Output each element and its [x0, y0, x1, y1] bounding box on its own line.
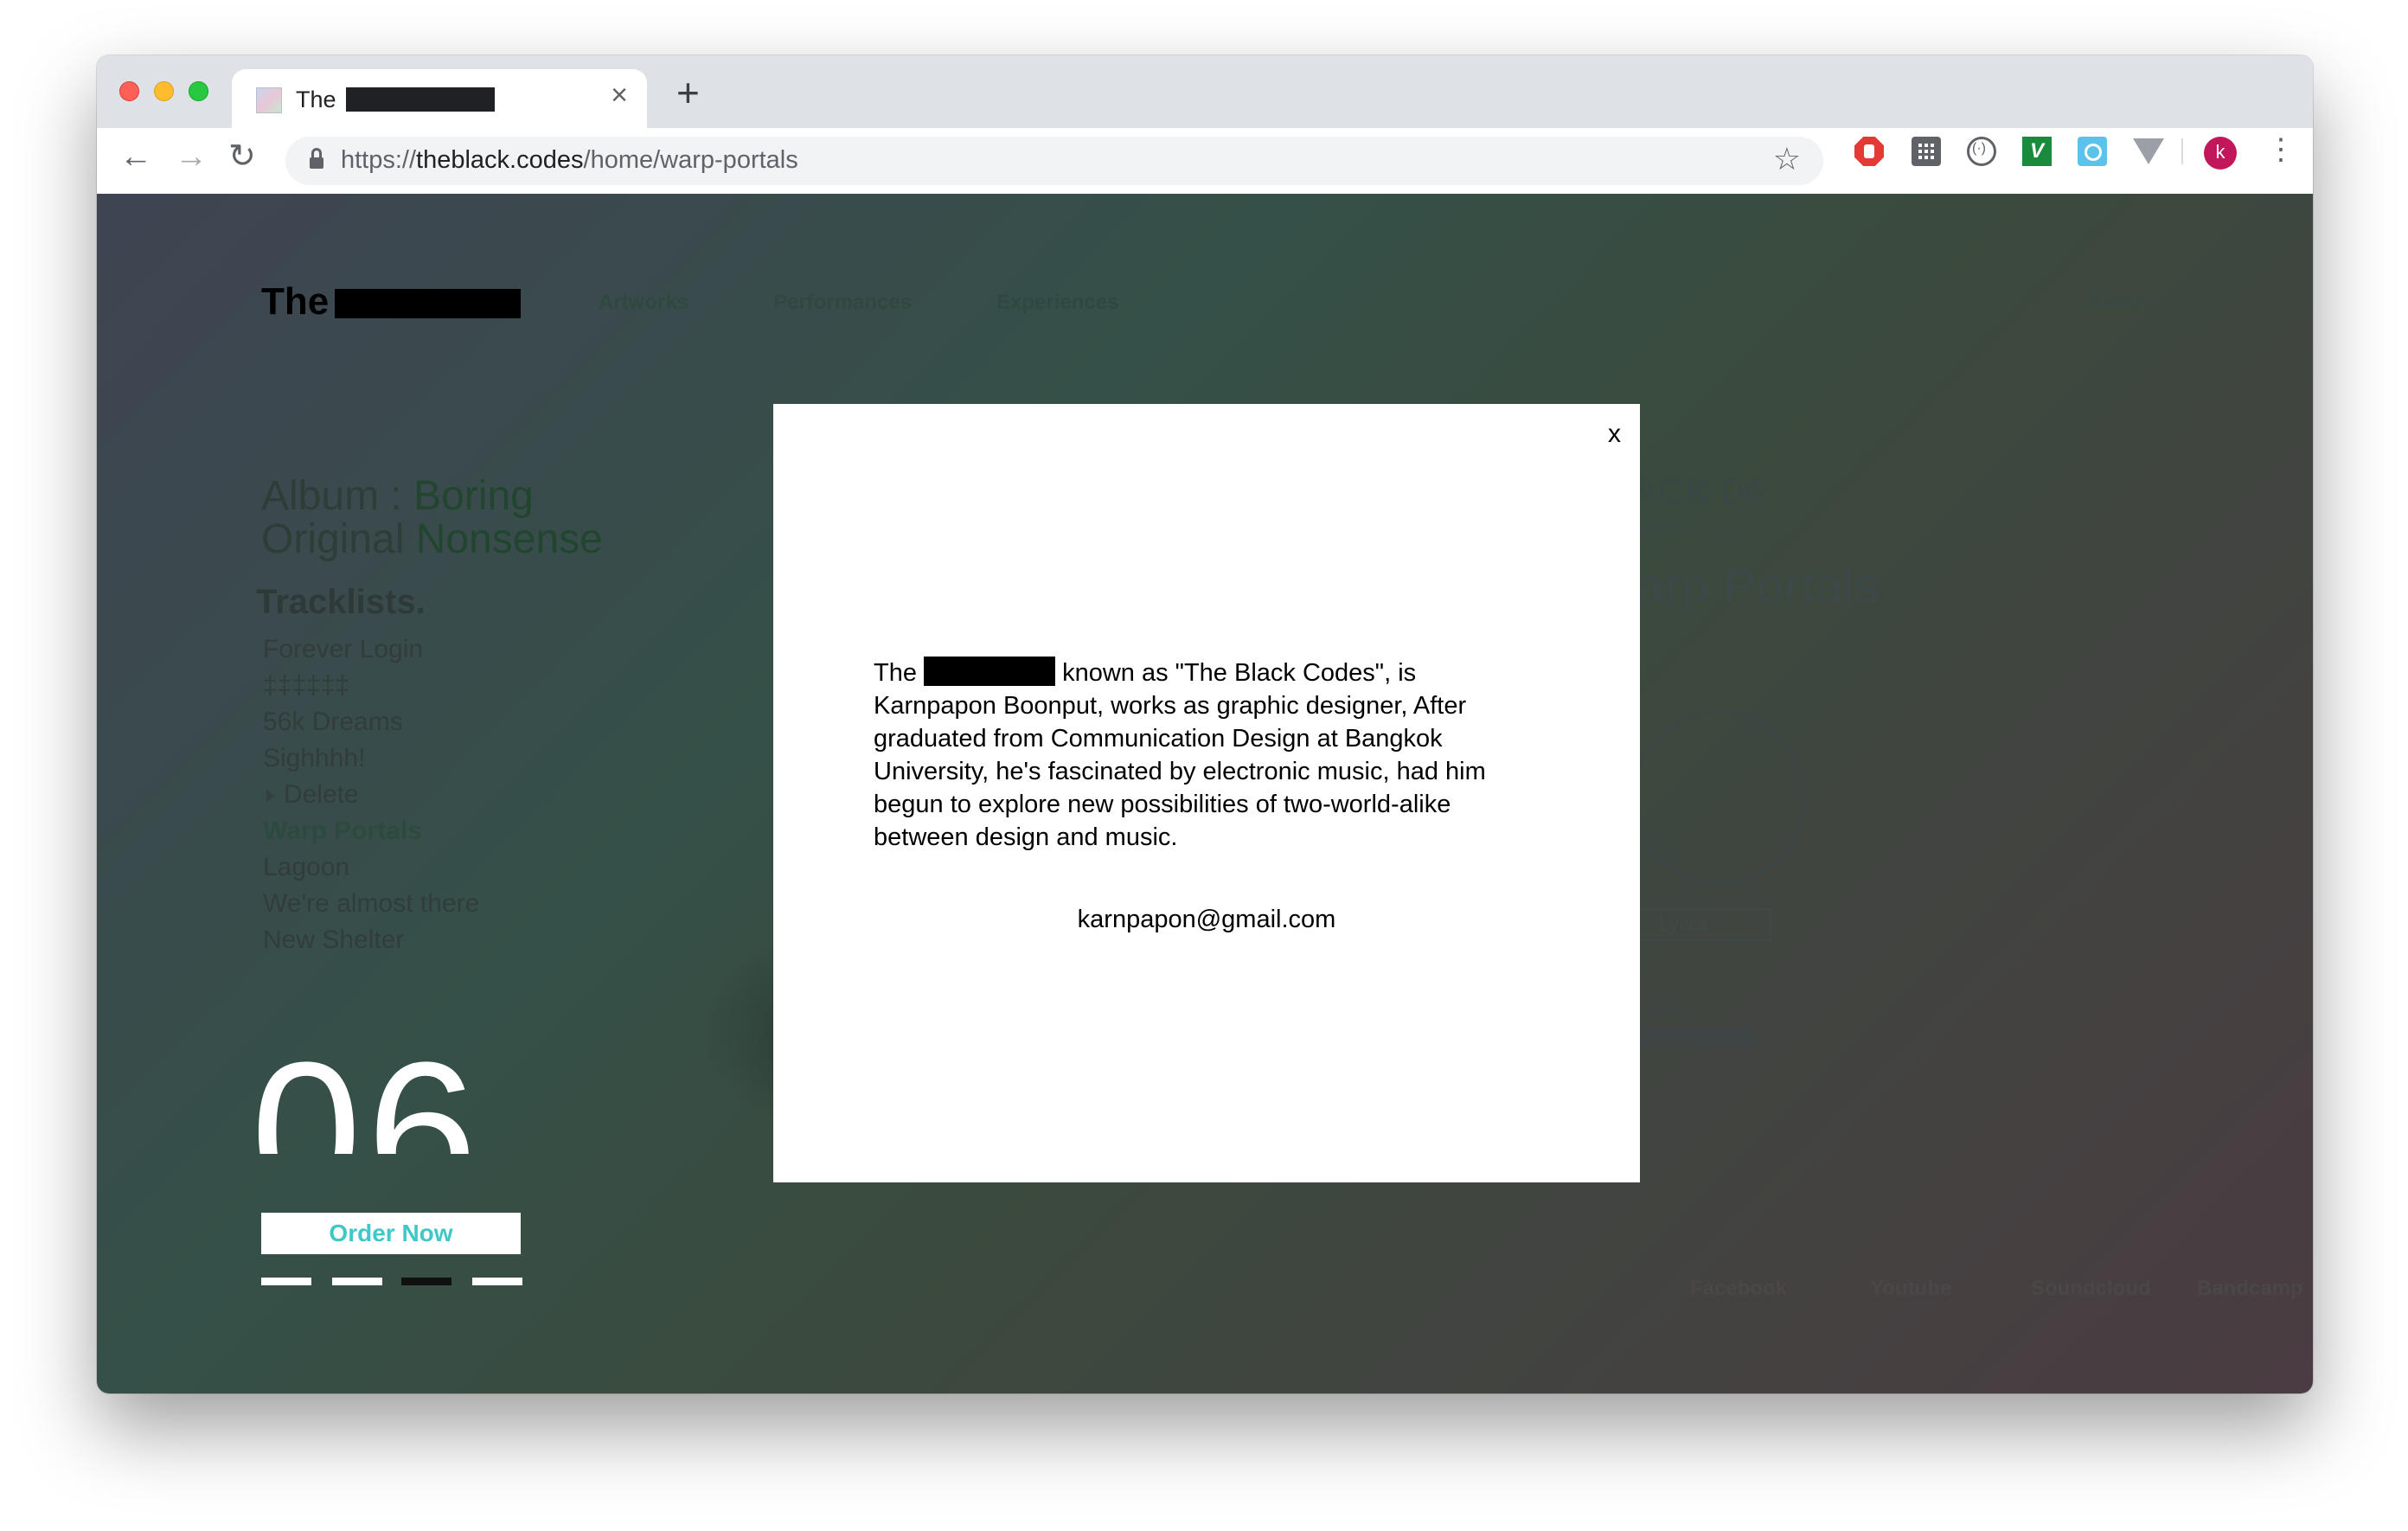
album-name: Boring [413, 473, 534, 519]
album-subtitle: Original Nonsense [261, 516, 603, 563]
browser-tab[interactable]: The × [232, 69, 647, 128]
bookmark-star-icon[interactable]: ☆ [1773, 144, 1801, 175]
modal-bio: The known as "The Black Codes", is Karnp… [874, 657, 1540, 854]
bandcamp-link[interactable]: Bandcamp [2197, 1277, 2303, 1301]
bio-text-start: The [874, 659, 917, 687]
pager-dash-active[interactable] [401, 1278, 452, 1285]
address-bar[interactable]: https://theblack.codes/home/warp-portals… [285, 137, 1823, 185]
tab-close-icon[interactable]: × [611, 80, 628, 110]
about-modal: x The known as "The Black Codes", is Kar… [773, 404, 1640, 1182]
v-icon[interactable]: V [2022, 137, 2052, 166]
track-item[interactable]: Sighhhh! [263, 744, 365, 773]
url-prefix: https:// [341, 146, 417, 174]
logo-redaction [335, 289, 521, 318]
nav-experiences-link[interactable]: Experiences [996, 291, 1118, 315]
tracklists-heading: Tracklists. [256, 583, 426, 621]
release-date: ed 15.11.2017 [1633, 521, 1743, 540]
album-separator: : [379, 473, 414, 519]
pager-dash[interactable] [472, 1278, 522, 1285]
url-host: theblack.codes [416, 146, 584, 174]
nav-performances-link[interactable]: Performances [773, 291, 912, 315]
track-item[interactable]: Delete [284, 780, 359, 810]
pager-dash[interactable] [332, 1278, 382, 1285]
profile-avatar[interactable]: k [2204, 137, 2237, 170]
album-label: Album [261, 473, 380, 519]
track-number-text: 06 [254, 1033, 483, 1154]
album-title: Album : Boring [261, 472, 534, 520]
track-item-current[interactable]: Warp Portals [263, 817, 422, 846]
current-track-name: arp Portals [1636, 558, 1880, 614]
minimize-window-button[interactable] [154, 81, 174, 101]
pager-dash[interactable] [261, 1278, 311, 1285]
site-logo[interactable]: The [261, 280, 329, 323]
youtube-link[interactable]: Youtube [1870, 1277, 1951, 1301]
track-item[interactable]: Forever Login [263, 635, 423, 664]
new-tab-button[interactable]: + [676, 73, 700, 112]
tab-title-redaction [346, 87, 495, 112]
circle-icon[interactable] [2078, 137, 2107, 166]
contact-email[interactable]: karnpapon@gmail.com [773, 906, 1640, 934]
site-favicon-icon [256, 87, 282, 113]
mapped-by-text: pped by [1636, 1003, 1693, 1021]
modal-close-button[interactable]: x [1608, 421, 1621, 447]
nav-about-link[interactable]: About [2088, 291, 2148, 315]
bio-text: known as "The Black Codes", is Karnpapon… [874, 659, 1486, 851]
track-item[interactable]: New Shelter [263, 926, 404, 955]
facebook-link[interactable]: Facebook [1690, 1277, 1787, 1301]
back-arrow-icon[interactable]: ← [119, 140, 152, 173]
reload-icon[interactable]: ↻ [228, 140, 256, 173]
close-window-button[interactable] [119, 81, 139, 101]
forward-arrow-icon[interactable]: → [175, 140, 208, 173]
toolbar-separator [2181, 138, 2183, 164]
track-number-display: 06 [254, 1033, 522, 1154]
tab-bar: The × + [97, 55, 2313, 128]
album-subtitle-b: Nonsense [415, 516, 603, 562]
tab-title: The [296, 86, 336, 112]
target-icon[interactable] [1967, 137, 1996, 166]
url-path: /home/warp-portals [583, 146, 798, 174]
soundcloud-link[interactable]: Soundcloud [2031, 1277, 2151, 1301]
nav-artworks-link[interactable]: Artworks [599, 291, 688, 315]
url-text[interactable]: https://theblack.codes/home/warp-portals [341, 146, 798, 175]
track-item[interactable]: We're almost there [263, 889, 479, 919]
album-subtitle-a: Original [261, 516, 416, 562]
more-menu-icon[interactable]: ⋮ [2266, 135, 2296, 164]
order-now-button[interactable]: Order Now [261, 1213, 521, 1254]
track-item[interactable]: ‡‡‡‡‡‡ [263, 671, 349, 701]
grid-icon[interactable] [1912, 137, 1941, 166]
maximize-window-button[interactable] [189, 81, 208, 101]
stop-sign-icon[interactable] [1854, 137, 1884, 166]
track-item[interactable]: 56k Dreams [263, 708, 403, 737]
page-viewport: The Artworks Performances Experiences Ab… [97, 194, 2313, 1393]
track-item[interactable]: Lagoon [263, 853, 349, 882]
track-heading: ACK 06 [1633, 471, 1764, 513]
lyrics-button[interactable]: Lyrics [1633, 908, 1771, 941]
lock-icon[interactable] [310, 148, 323, 170]
credit-bar [1633, 1028, 1754, 1047]
play-caret-icon [266, 789, 274, 803]
browser-window: The × + ← → ↻ https://theblack.codes/hom… [97, 55, 2313, 1393]
name-redaction [924, 657, 1056, 686]
